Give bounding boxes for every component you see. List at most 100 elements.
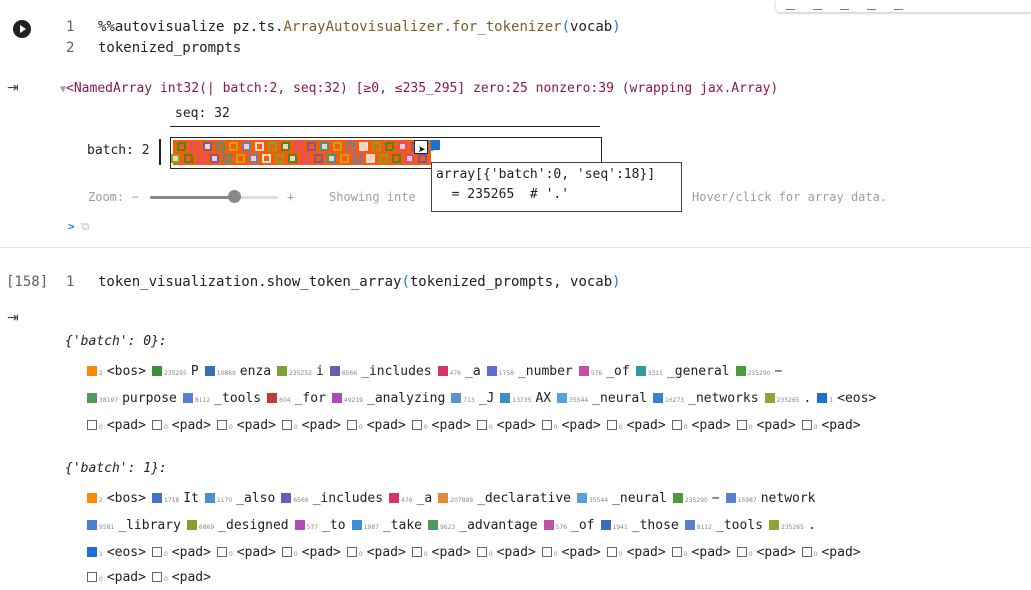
token[interactable]: 38197 purpose: [87, 389, 177, 411]
toolbar-icon[interactable]: [840, 9, 849, 15]
token[interactable]: 0 <pad>: [476, 416, 536, 438]
token[interactable]: 0 <pad>: [151, 543, 211, 565]
array-cell[interactable]: [216, 142, 225, 151]
token[interactable]: 0 <pad>: [671, 543, 731, 565]
code-line-1[interactable]: %%autovisualize pz.ts.ArrayAutovisualize…: [98, 19, 621, 35]
array-cell[interactable]: [281, 142, 290, 151]
token[interactable]: 0 <pad>: [216, 543, 276, 565]
output-collapse-icon[interactable]: ⇥: [7, 310, 19, 326]
zoom-slider-knob[interactable]: [228, 190, 242, 203]
token[interactable]: 0 <pad>: [801, 416, 861, 438]
array-cell[interactable]: [379, 154, 388, 163]
array-cell[interactable]: [190, 142, 199, 151]
token[interactable]: 10869 enza: [204, 362, 271, 384]
token[interactable]: 0 <pad>: [281, 543, 341, 565]
cell-toolbar[interactable]: [776, 0, 1031, 12]
token[interactable]: 0 <pad>: [281, 416, 341, 438]
toolbar-icon[interactable]: [786, 9, 795, 15]
zoom-slider[interactable]: [150, 196, 278, 199]
array-cells-strip[interactable]: [171, 140, 433, 165]
array-cell[interactable]: [275, 154, 284, 163]
array-cell[interactable]: [366, 154, 375, 163]
array-cell[interactable]: [392, 154, 401, 163]
token[interactable]: 235290−: [735, 362, 782, 384]
array-cell[interactable]: [398, 142, 407, 151]
token[interactable]: 0 <pad>: [606, 543, 666, 565]
token[interactable]: 0 <pad>: [541, 543, 601, 565]
token[interactable]: 35544 _neural: [557, 389, 647, 411]
token[interactable]: 604 _for: [267, 389, 326, 411]
token[interactable]: 13735 AX: [500, 389, 551, 411]
array-cell[interactable]: [385, 142, 394, 151]
array-cell[interactable]: [320, 142, 329, 151]
array-cell[interactable]: [340, 154, 349, 163]
token[interactable]: 0 <pad>: [346, 543, 406, 565]
array-cell[interactable]: [333, 142, 342, 151]
array-cell[interactable]: [197, 154, 206, 163]
toolbar-icon[interactable]: [867, 9, 876, 15]
token[interactable]: 235265.: [769, 516, 816, 538]
array-cell[interactable]: [249, 154, 258, 163]
token[interactable]: 0 <pad>: [411, 416, 471, 438]
toolbar-icon[interactable]: [813, 9, 822, 15]
array-cell[interactable]: [314, 154, 323, 163]
token[interactable]: 2 <bos>: [87, 362, 146, 384]
token[interactable]: 1941 _those: [600, 516, 679, 538]
token[interactable]: 713 _J: [451, 389, 494, 411]
array-cell[interactable]: [307, 142, 316, 151]
token[interactable]: 0 <pad>: [151, 568, 211, 590]
array-cell[interactable]: [171, 154, 180, 163]
token[interactable]: 0 <pad>: [476, 543, 536, 565]
token[interactable]: 576 _of: [578, 362, 630, 384]
token[interactable]: 1987 _take: [351, 516, 422, 538]
token[interactable]: 49219 _analyzing: [331, 389, 445, 411]
array-cell[interactable]: [327, 154, 336, 163]
array-cell[interactable]: [210, 154, 219, 163]
array-cell[interactable]: [301, 154, 310, 163]
named-array-summary[interactable]: ▼<NamedArray int32(| batch:2, seq:32) [≥…: [60, 81, 778, 96]
array-cell[interactable]: [262, 154, 271, 163]
token[interactable]: 9623 _advantage: [428, 516, 538, 538]
code-line-1[interactable]: token_visualization.show_token_array(tok…: [98, 274, 621, 290]
toolbar-icon[interactable]: [894, 9, 903, 15]
array-cell[interactable]: [372, 142, 381, 151]
copy-icon[interactable]: ⧉: [81, 220, 89, 233]
code-line-2[interactable]: tokenized_prompts: [98, 40, 241, 56]
token[interactable]: 0 <pad>: [801, 543, 861, 565]
array-cell[interactable]: [405, 154, 414, 163]
token[interactable]: 577 _to: [294, 516, 346, 538]
token[interactable]: 0 <pad>: [151, 416, 211, 438]
expand-arrow-icon[interactable]: > ⧉: [68, 220, 89, 234]
token[interactable]: 1 <eos>: [87, 543, 146, 565]
array-cell[interactable]: [353, 154, 362, 163]
token[interactable]: 8112 _tools: [684, 516, 763, 538]
array-cell[interactable]: [203, 142, 212, 151]
array-cell[interactable]: [229, 142, 238, 151]
token[interactable]: 235252 i: [277, 362, 324, 384]
token[interactable]: 0 <pad>: [216, 416, 276, 438]
array-cell[interactable]: [184, 154, 193, 163]
array-cell[interactable]: [294, 142, 303, 151]
output-collapse-icon[interactable]: ⇥: [7, 80, 19, 96]
token[interactable]: 16273 _networks: [653, 389, 759, 411]
array-cell[interactable]: [177, 142, 186, 151]
token[interactable]: 1170 _also: [204, 489, 275, 511]
array-cell[interactable]: [242, 142, 251, 151]
token[interactable]: 0 <pad>: [411, 543, 471, 565]
array-cell[interactable]: [268, 142, 277, 151]
token[interactable]: 1 <eos>: [817, 389, 876, 411]
token[interactable]: 235290−: [672, 489, 720, 511]
token[interactable]: 0 <pad>: [736, 416, 796, 438]
token[interactable]: 476 _a: [437, 362, 481, 384]
token[interactable]: 0 <pad>: [87, 416, 146, 438]
array-cell[interactable]: [223, 154, 232, 163]
token[interactable]: 8112 _tools: [182, 389, 261, 411]
array-cell[interactable]: [288, 154, 297, 163]
token[interactable]: 0 <pad>: [606, 416, 666, 438]
token[interactable]: 6566 _includes: [281, 489, 383, 511]
token[interactable]: 6869 _designed: [186, 516, 289, 538]
token[interactable]: 1758 _number: [486, 362, 573, 384]
token[interactable]: 9581 _library: [87, 516, 181, 538]
token[interactable]: 235295 P: [151, 362, 199, 384]
token[interactable]: 0 <pad>: [346, 416, 406, 438]
